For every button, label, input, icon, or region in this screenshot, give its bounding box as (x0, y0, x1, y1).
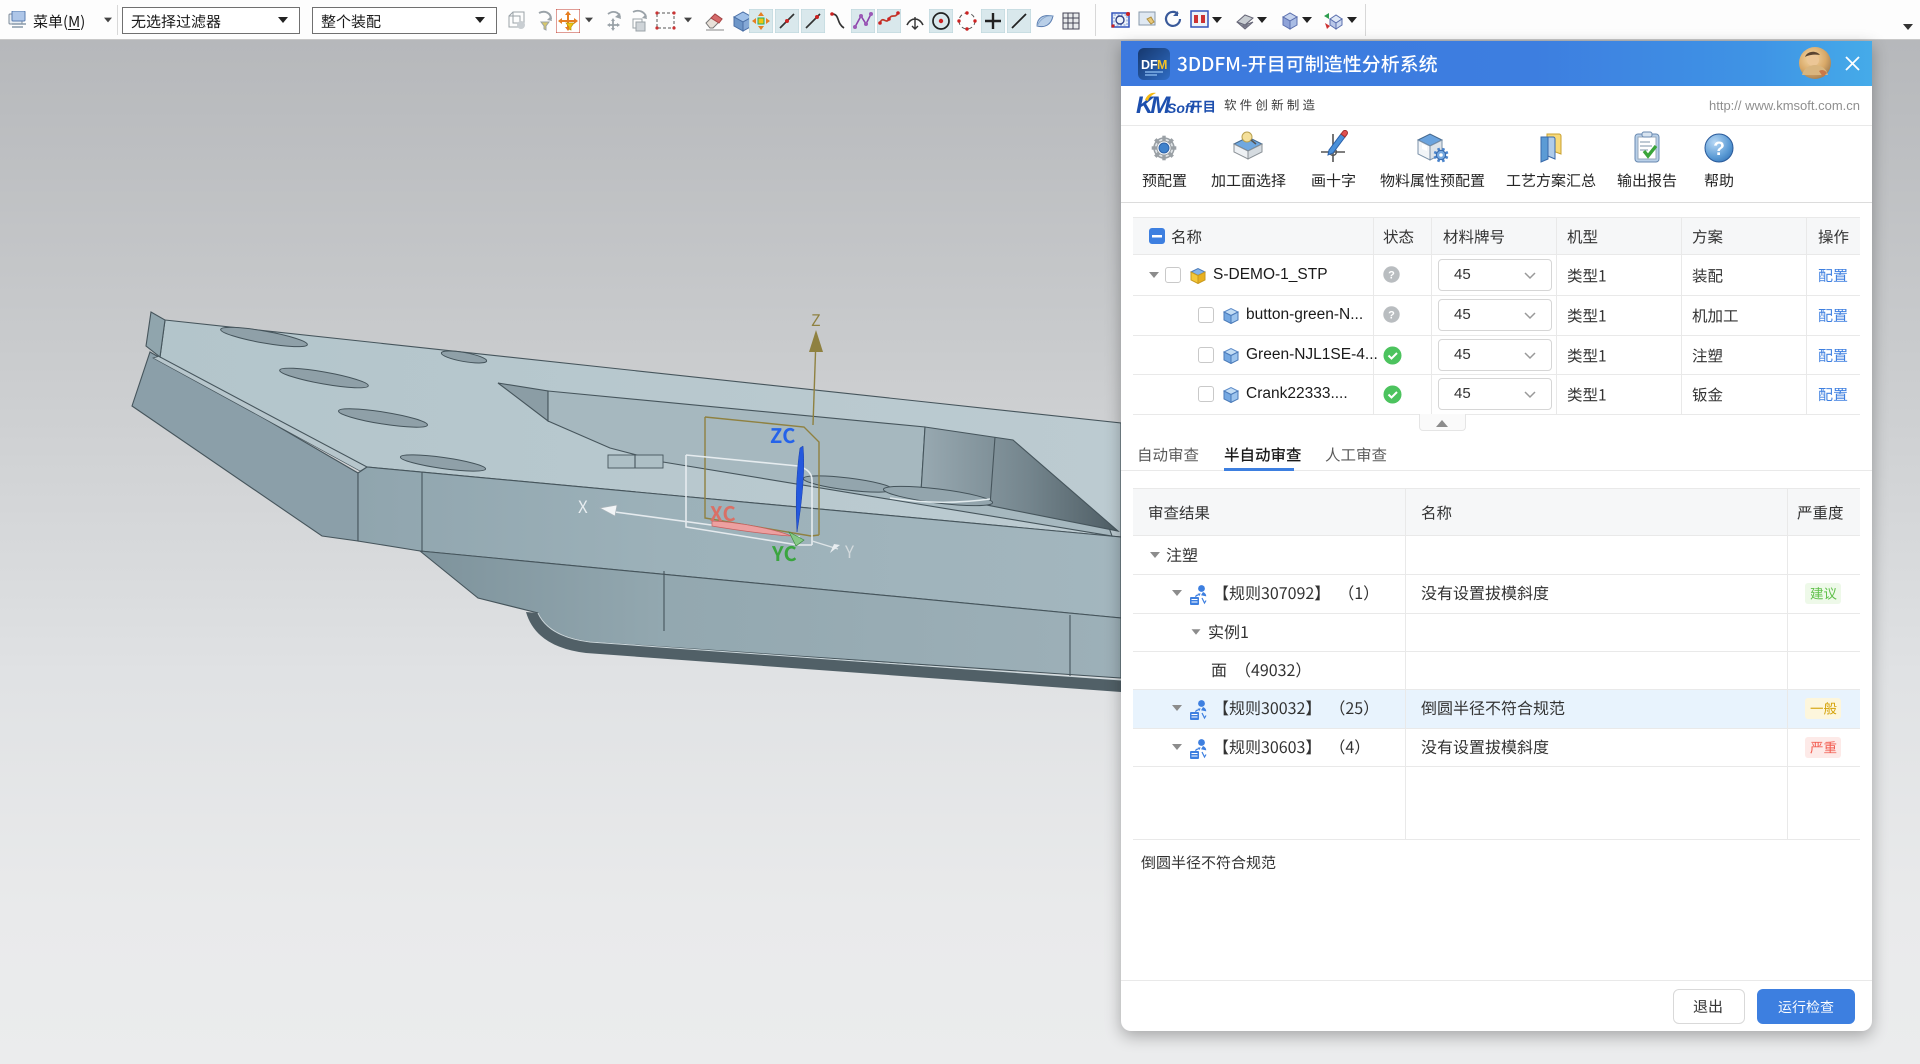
svg-text:M: M (1157, 58, 1167, 72)
svg-text:?: ? (1388, 310, 1395, 322)
svg-text:?: ? (1713, 139, 1725, 160)
svg-text:DF: DF (1141, 58, 1158, 72)
svg-text:?: ? (1388, 270, 1395, 282)
